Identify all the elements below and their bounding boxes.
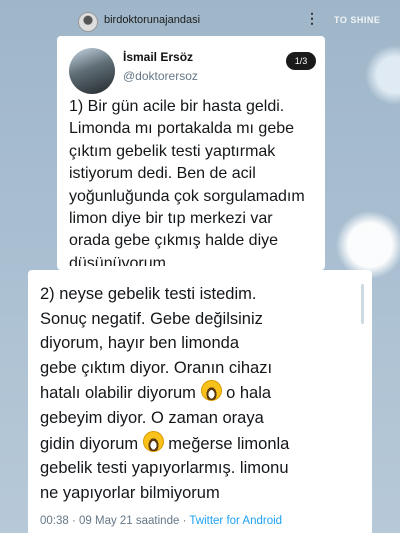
tweet-line: meğerse limonla xyxy=(163,434,290,453)
tweet-line: diyorum, hayır ben limonda xyxy=(40,334,240,353)
tweet-line: hatalı olabilir diyorum xyxy=(40,384,201,403)
tweet-text: 2) neyse gebelik testi istedim. Sonuç ne… xyxy=(40,282,362,505)
tweet-line: 2) neyse gebelik testi istedim. xyxy=(40,285,257,303)
profile-photo[interactable] xyxy=(69,48,115,94)
story-username[interactable]: birdoktorunajandasi xyxy=(104,14,200,26)
tweet-line: o hala xyxy=(221,384,272,403)
tweet-metadata: 00:38 · 09 May 21 saatinde · Twitter for… xyxy=(40,515,282,527)
tweet-card-1: İsmail Ersöz @doktorersoz 1/3 1) Bir gün… xyxy=(57,36,325,270)
timestamp: 00:38 · 09 May 21 saatinde · xyxy=(40,515,190,527)
more-options-icon[interactable]: ⋮ xyxy=(305,10,319,27)
user-handle[interactable]: @doktorersoz xyxy=(123,69,198,83)
display-name[interactable]: İsmail Ersöz xyxy=(123,50,193,64)
thread-page-badge: 1/3 xyxy=(286,52,316,70)
tweet-line: gebe çıktım diyor. Oranın cihazı xyxy=(40,358,273,377)
grinning-face-icon xyxy=(142,430,164,452)
tweet-line: ne yapıyorlar bilmiyorum xyxy=(40,483,220,502)
tweet-line: gidin diyorum xyxy=(40,434,143,453)
brand-watermark: TO SHINE xyxy=(334,15,381,25)
tweet-line: Sonuç negatif. Gebe değilsiniz xyxy=(40,309,263,328)
user-avatar[interactable] xyxy=(78,12,98,32)
source-link[interactable]: Twitter for Android xyxy=(189,515,282,527)
tweet-card-2: 2) neyse gebelik testi istedim. Sonuç ne… xyxy=(28,270,372,533)
grinning-face-icon xyxy=(200,380,222,402)
tweet-line: gebeyim diyor. O zaman oraya xyxy=(40,408,264,427)
tweet-line: gebelik testi yapıyorlarmış. limonu xyxy=(40,459,289,478)
tweet-text: 1) Bir gün acile bir hasta geldi. Limond… xyxy=(69,98,305,266)
